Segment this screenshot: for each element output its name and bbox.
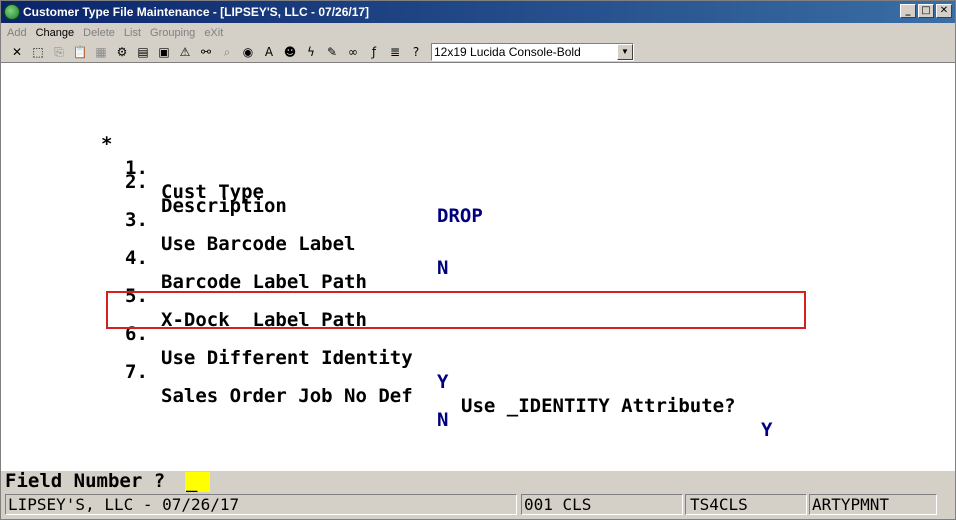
status-company: LIPSEY'S, LLC - 07/26/17: [5, 494, 517, 515]
toolbar: ✕ ⬚ ⎘ 📋 ▦ ⚙ ▤ ▣ ⚠ ⚯ ⌕ ◉ A ☻ ϟ ✎ ∞ ƒ ≣ ? …: [1, 42, 955, 63]
maximize-button[interactable]: □: [918, 4, 934, 18]
identity-attribute-label: Use _IDENTITY Attribute?: [461, 395, 736, 417]
field-value: N: [437, 409, 449, 431]
globe-icon[interactable]: ◉: [238, 43, 258, 62]
help-icon[interactable]: ?: [406, 43, 426, 62]
menu-add[interactable]: Add: [7, 27, 27, 39]
copy-icon[interactable]: ⎘: [49, 43, 69, 62]
minimize-button[interactable]: _: [900, 4, 916, 18]
field-row-7[interactable]: 7. Sales Order Job No Def N: [1, 336, 448, 431]
menu-delete[interactable]: Delete: [83, 27, 115, 39]
paste-icon[interactable]: 📋: [70, 43, 90, 62]
settings-icon[interactable]: ⚙: [112, 43, 132, 62]
field-number-input[interactable]: _: [185, 472, 210, 492]
menu-change[interactable]: Change: [36, 27, 75, 39]
field-number: 4.: [125, 247, 148, 269]
app-window: Customer Type File Maintenance - [LIPSEY…: [0, 0, 956, 520]
field-number: 2.: [125, 171, 148, 193]
status-bar: LIPSEY'S, LLC - 07/26/17 001 CLS TS4CLS …: [1, 492, 955, 519]
field-number-prompt: Field Number ?: [5, 470, 166, 492]
field-row-3[interactable]: 3. Use Barcode Label N: [1, 184, 448, 279]
font-select[interactable]: 12x19 Lucida Console-Bold ▼: [431, 43, 634, 61]
binoculars-icon[interactable]: ⚯: [196, 43, 216, 62]
window-controls: _ □ ✕: [900, 4, 952, 18]
warning-icon[interactable]: ⚠: [175, 43, 195, 62]
field-row-4[interactable]: 4. Barcode Label Path: [1, 222, 367, 293]
user-icon[interactable]: ☻: [280, 43, 300, 62]
highlight-annotation-box: [106, 291, 806, 329]
calculator-icon[interactable]: ▦: [91, 43, 111, 62]
field-row-6[interactable]: 6. Use Different Identity Y Use _IDENTIT…: [1, 298, 772, 441]
script-icon[interactable]: ▤: [133, 43, 153, 62]
field-number: 7.: [125, 361, 148, 383]
font-icon[interactable]: A: [259, 43, 279, 62]
menu-grouping[interactable]: Grouping: [150, 27, 195, 39]
menu-exit[interactable]: eXit: [204, 27, 223, 39]
window-title: Customer Type File Maintenance - [LIPSEY…: [23, 5, 370, 19]
status-terminal: TS4CLS: [685, 494, 807, 515]
status-program: ARTYPMNT: [809, 494, 937, 515]
lightning-icon[interactable]: ϟ: [301, 43, 321, 62]
field-number: 3.: [125, 209, 148, 231]
field-label: Use Different Identity: [161, 347, 413, 369]
field-row-2[interactable]: 2. Description: [1, 146, 287, 217]
field-label: Use Barcode Label: [161, 233, 356, 255]
function-icon[interactable]: ƒ: [364, 43, 384, 62]
terminal-screen: * 1. Cust Type DROP 2. Description 3. Us…: [1, 64, 955, 471]
shell-icon[interactable]: ▣: [154, 43, 174, 62]
search-icon[interactable]: ⌕: [217, 43, 237, 62]
status-code: 001 CLS: [521, 494, 683, 515]
field-row-5[interactable]: 5. X-Dock Label Path: [1, 260, 367, 331]
field-value: DROP: [437, 205, 483, 227]
font-select-value: 12x19 Lucida Console-Bold: [434, 45, 581, 59]
edit-icon[interactable]: ✎: [322, 43, 342, 62]
field-value: N: [437, 257, 449, 279]
field-value: Y: [437, 371, 449, 393]
field-label: Sales Order Job No Def: [161, 385, 413, 407]
menu-list[interactable]: List: [124, 27, 141, 39]
link-icon[interactable]: ∞: [343, 43, 363, 62]
menu-bar: Add Change Delete List Grouping eXit: [1, 23, 955, 42]
field-row-1[interactable]: * 1. Cust Type DROP: [1, 108, 483, 227]
field-label: Description: [161, 195, 287, 217]
identity-attribute-value: Y: [761, 419, 773, 441]
close-button[interactable]: ✕: [936, 4, 952, 18]
app-icon: [4, 4, 20, 20]
field-prompt-bar: Field Number ? _: [1, 471, 955, 492]
current-field-marker: *: [101, 133, 113, 155]
list-icon[interactable]: ≣: [385, 43, 405, 62]
chevron-down-icon[interactable]: ▼: [617, 44, 633, 60]
title-bar[interactable]: Customer Type File Maintenance - [LIPSEY…: [1, 1, 955, 23]
close-x-icon[interactable]: ✕: [7, 43, 27, 62]
select-icon[interactable]: ⬚: [28, 43, 48, 62]
